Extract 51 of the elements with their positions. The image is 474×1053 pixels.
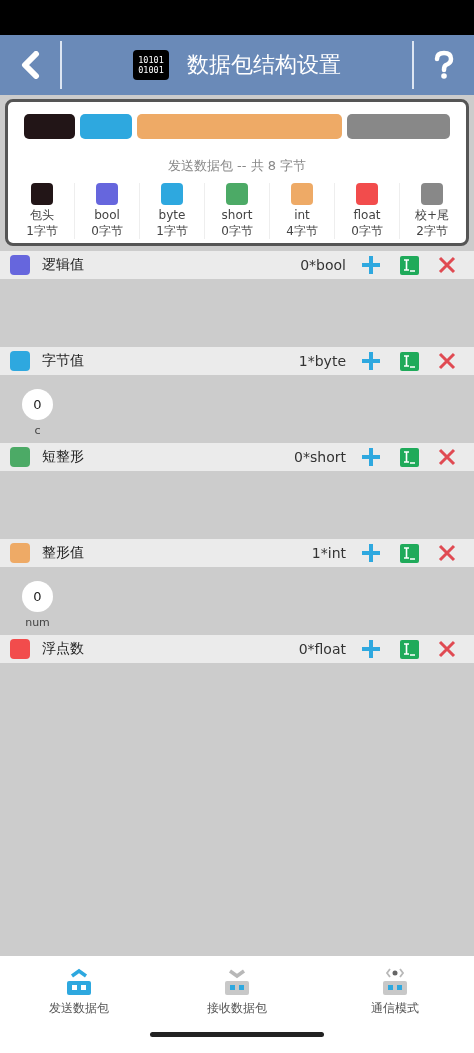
- byte-count: 0字节: [351, 223, 383, 239]
- plus-icon: [360, 254, 382, 276]
- value-field[interactable]: 0: [22, 581, 53, 612]
- packet-caption: 发送数据包 -- 共 8 字节: [166, 157, 308, 175]
- terminal-icon: [399, 639, 419, 659]
- field-label: c: [34, 424, 41, 437]
- close-icon: [438, 544, 456, 562]
- field-count: 0*short: [294, 449, 346, 465]
- back-icon: [19, 51, 41, 79]
- type-name: byte: [158, 207, 186, 223]
- field-count: 0*float: [298, 641, 346, 657]
- plus-icon: [360, 542, 382, 564]
- plus-icon: [360, 446, 382, 468]
- terminal-icon: [399, 543, 419, 563]
- type-name: float: [353, 207, 381, 223]
- terminal-icon: [399, 351, 419, 371]
- field-count: 0*bool: [300, 257, 346, 273]
- close-icon: [438, 352, 456, 370]
- field-count: 1*byte: [298, 353, 346, 369]
- close-icon: [438, 256, 456, 274]
- byte-count: 0字节: [221, 223, 253, 239]
- section-title: 逻辑值: [42, 256, 85, 274]
- type-name: 包头: [30, 207, 54, 223]
- close-icon: [438, 448, 456, 466]
- nav-tab[interactable]: 接收数据包: [158, 966, 316, 1030]
- terminal-icon: [399, 447, 419, 467]
- section-title: 短整形: [42, 448, 85, 466]
- section-title: 浮点数: [42, 640, 85, 658]
- type-name: 校+尾: [414, 207, 450, 223]
- field-label: num: [25, 616, 50, 629]
- byte-count: 0字节: [91, 223, 123, 239]
- type-name: int: [294, 207, 310, 223]
- field-count: 1*int: [311, 545, 346, 561]
- window-title: 数据包结构设置: [187, 51, 341, 79]
- type-name: bool: [94, 207, 120, 223]
- byte-count: 2字节: [416, 223, 448, 239]
- plus-icon: [360, 638, 382, 660]
- close-icon: [438, 640, 456, 658]
- nav-tab[interactable]: 发送数据包: [0, 966, 158, 1030]
- section-title: 整形值: [42, 544, 85, 562]
- byte-count: 1字节: [156, 223, 188, 239]
- nav-tab[interactable]: 通信模式: [316, 966, 474, 1030]
- terminal-icon: [399, 255, 419, 275]
- help-icon: [433, 50, 455, 80]
- section-title: 字节值: [42, 352, 85, 370]
- value-field[interactable]: 0: [22, 389, 53, 420]
- binary-logo: 10101 01001: [133, 50, 169, 80]
- plus-icon: [360, 350, 382, 372]
- byte-count: 1字节: [26, 223, 58, 239]
- type-name: short: [221, 207, 253, 223]
- byte-count: 4字节: [286, 223, 318, 239]
